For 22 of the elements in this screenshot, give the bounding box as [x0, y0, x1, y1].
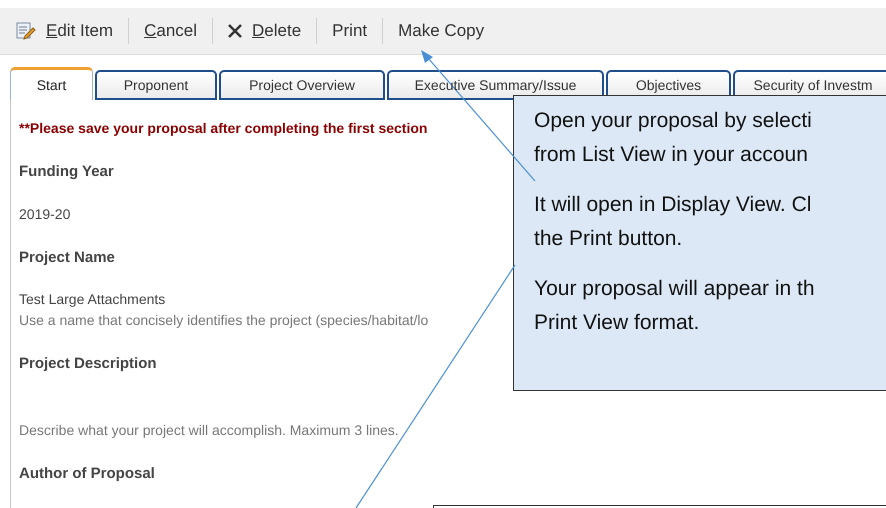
field-label: Project Description — [19, 354, 157, 374]
field-value: 2019-20 — [19, 204, 70, 224]
field-label: Author of Proposal — [19, 464, 155, 484]
callout-paragraph: Open your proposal by selecti from List View in your accoun — [534, 108, 813, 168]
tab[interactable]: Start — [10, 67, 93, 100]
close-x-icon — [228, 24, 242, 38]
save-notice: **Please save your proposal after completing the first section — [19, 119, 428, 138]
tab[interactable]: Project Overview — [219, 70, 385, 100]
field-value: Test Large Attachments — [19, 290, 166, 309]
field-hint: Describe what your project will accomplish. Maximum 3 lines. — [19, 420, 399, 440]
field-hint: Use a name that concisely identifies the project (species/habitat/lo — [19, 311, 428, 330]
field-label: Funding Year — [19, 162, 114, 182]
toolbar-button[interactable]: Print — [332, 18, 368, 44]
toolbar-button[interactable]: Edit Item — [16, 18, 114, 44]
toolbar-button[interactable]: Make Copy — [398, 18, 484, 44]
edit-pencil-icon — [16, 22, 36, 40]
field-label: Project Name — [19, 248, 115, 268]
callout-paragraph: Your proposal will appear in th Print View format. — [534, 276, 816, 336]
tab[interactable]: Proponent — [95, 70, 217, 100]
toolbar-button[interactable]: Cancel — [144, 18, 198, 44]
toolbar-button[interactable]: Delete — [228, 18, 302, 44]
callout-paragraph: It will open in Display View. Cl the Print button. — [534, 192, 812, 252]
